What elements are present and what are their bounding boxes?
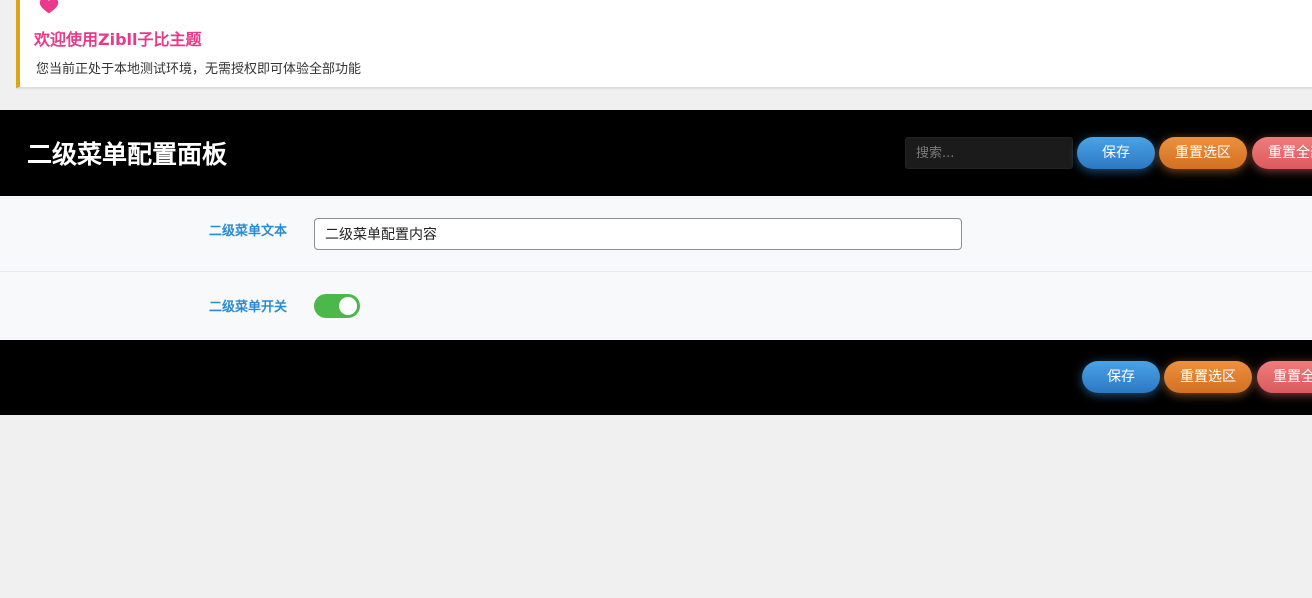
footer-reset-section-button[interactable]: 重置选区 [1164, 361, 1252, 393]
search-input[interactable] [905, 137, 1073, 169]
heart-icon [39, 0, 59, 14]
panel-title: 二级菜单配置面板 [27, 140, 228, 169]
save-button[interactable]: 保存 [1077, 137, 1155, 169]
welcome-notice: 欢迎使用Zibll子比主题 您当前正处于本地测试环境，无需授权即可体验全部功能 [16, 0, 1312, 88]
footer-reset-all-button[interactable]: 重置全部 [1257, 361, 1312, 393]
reset-all-button[interactable]: 重置全部 [1252, 137, 1312, 169]
field-label-text: 二级菜单文本 [209, 224, 288, 239]
panel-footer: 保存 重置选区 重置全部 [0, 340, 1312, 415]
settings-row-switch: 二级菜单开关 [0, 272, 1312, 340]
field-label-switch: 二级菜单开关 [209, 300, 288, 315]
footer-save-button[interactable]: 保存 [1082, 361, 1160, 393]
notice-description: 您当前正处于本地测试环境，无需授权即可体验全部功能 [36, 62, 362, 77]
panel-header: 二级菜单配置面板 保存 重置选区 重置全部 [0, 110, 1312, 196]
settings-content: 二级菜单文本 二级菜单开关 [0, 196, 1312, 340]
menu-switch-toggle[interactable] [314, 294, 360, 318]
menu-text-input[interactable] [314, 218, 962, 250]
settings-row-text: 二级菜单文本 [0, 196, 1312, 272]
notice-title: 欢迎使用Zibll子比主题 [34, 30, 202, 49]
reset-section-button[interactable]: 重置选区 [1159, 137, 1247, 169]
toggle-knob [339, 297, 357, 315]
